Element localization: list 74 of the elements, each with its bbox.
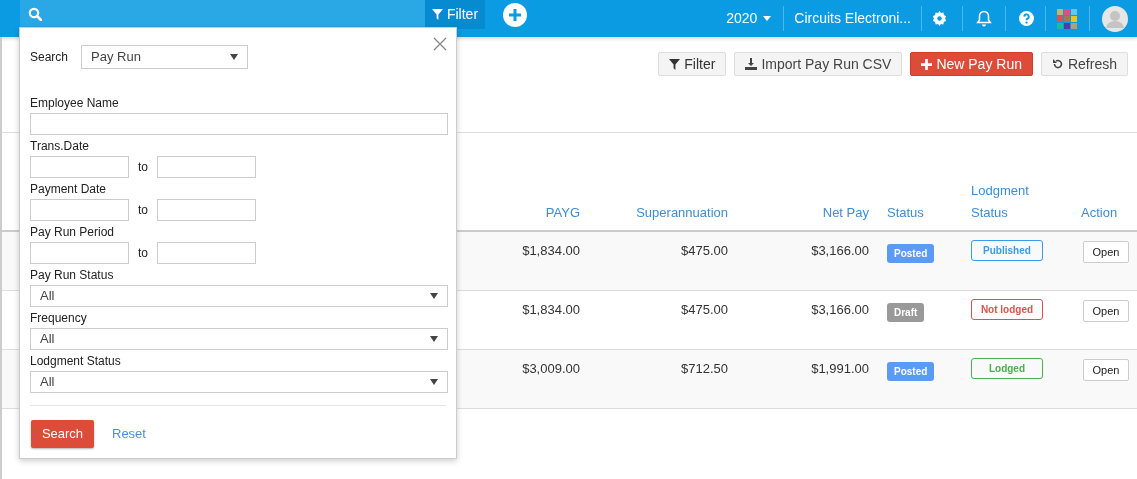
help-icon[interactable] (1019, 11, 1034, 26)
range-separator: to (137, 245, 149, 262)
column-header[interactable]: Superannuation (636, 202, 728, 224)
select-field[interactable]: All (30, 328, 448, 350)
lodgment-badge: Published (971, 240, 1043, 261)
dropdown-caret-icon (430, 336, 438, 342)
column-header[interactable]: Net Pay (822, 202, 869, 224)
date-field[interactable] (157, 242, 256, 264)
field-label: Pay Run Status (30, 268, 115, 283)
range-separator: to (137, 159, 149, 176)
settings-icon[interactable] (932, 11, 947, 26)
date-field[interactable] (157, 199, 256, 221)
table-cell-text: $475.00 (681, 242, 728, 260)
table-cell-text: $3,166.00 (811, 242, 869, 260)
date-field[interactable] (157, 156, 256, 178)
table-cell-text: $1,991.00 (811, 360, 869, 378)
filter-button[interactable]: Filter (425, 0, 485, 29)
close-icon[interactable] (432, 36, 448, 52)
table-cell-text: $712.50 (681, 360, 728, 378)
refresh-icon (1051, 58, 1064, 70)
import-button[interactable]: Import Pay Run CSV (734, 52, 903, 76)
table-cell-text: $1,834.00 (522, 301, 580, 319)
table-cell-text: $3,009.00 (522, 360, 580, 378)
open-button[interactable]: Open (1083, 241, 1129, 263)
field-label: Frequency (30, 311, 88, 326)
field-label: Employee Name (30, 96, 120, 111)
field-label: Payment Date (30, 182, 108, 197)
input-field[interactable] (30, 113, 448, 135)
dropdown-caret-icon (230, 54, 238, 60)
search-type-select[interactable]: Pay Run (81, 45, 248, 69)
column-header[interactable]: Lodgment Status (971, 180, 1060, 224)
table-cell-text: $475.00 (681, 301, 728, 319)
new-button[interactable]: New Pay Run (910, 52, 1033, 76)
date-field[interactable] (30, 199, 129, 221)
refresh-button[interactable]: Refresh (1040, 52, 1128, 76)
select-field[interactable]: All (30, 285, 448, 307)
bell-icon[interactable] (976, 10, 992, 27)
add-icon[interactable] (503, 2, 527, 27)
open-button[interactable]: Open (1083, 359, 1129, 381)
lodgment-badge: Lodged (971, 358, 1043, 379)
search-icon (28, 7, 42, 21)
open-button[interactable]: Open (1083, 300, 1129, 322)
search-label: Search (30, 49, 70, 66)
column-header[interactable]: PAYG (545, 202, 580, 224)
date-field[interactable] (30, 242, 129, 264)
download-icon (745, 58, 758, 70)
field-label: Lodgment Status (30, 354, 122, 369)
filter-button[interactable]: Filter (658, 52, 727, 76)
range-separator: to (137, 202, 149, 219)
search-button[interactable]: Search (31, 420, 94, 448)
filter-icon (669, 58, 681, 70)
filter-icon (431, 9, 443, 20)
caret-icon (763, 16, 772, 21)
plus-icon (921, 58, 933, 70)
lodgment-badge: Not lodged (971, 299, 1043, 320)
status-badge: Posted (887, 244, 935, 263)
avatar[interactable] (1102, 5, 1128, 32)
column-header[interactable]: Action (1081, 202, 1118, 224)
status-badge: Posted (887, 362, 935, 381)
dropdown-caret-icon (430, 379, 438, 385)
table-cell-text: $3,166.00 (811, 301, 869, 319)
select-field[interactable]: All (30, 371, 448, 393)
company-dropdown[interactable]: Circuits Electroni... (792, 8, 913, 29)
status-badge: Draft (887, 303, 925, 322)
column-header[interactable]: Status (887, 202, 924, 224)
table-cell-text: $1,834.00 (522, 242, 580, 260)
apps-grid-icon[interactable] (1057, 8, 1077, 29)
search-field[interactable] (20, 0, 425, 28)
dropdown-caret-icon (430, 293, 438, 299)
field-label: Pay Run Period (30, 225, 116, 240)
reset-link[interactable]: Reset (112, 424, 146, 444)
date-field[interactable] (30, 156, 129, 178)
field-label: Trans.Date (30, 139, 90, 154)
year-dropdown[interactable]: 2020 (722, 8, 776, 29)
